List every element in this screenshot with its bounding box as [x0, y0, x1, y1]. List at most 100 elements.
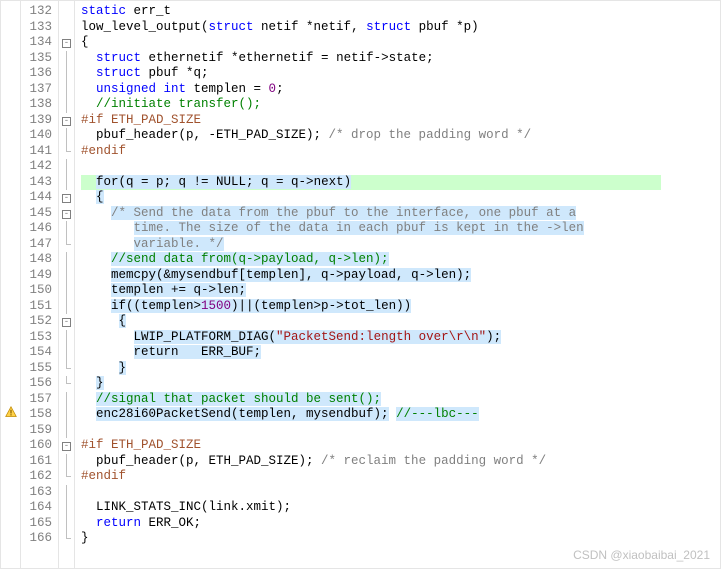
margin-row — [1, 311, 20, 327]
margin-row — [1, 32, 20, 48]
fold-cell — [59, 485, 74, 501]
line-number: 156 — [21, 376, 52, 392]
margin-row — [1, 296, 20, 312]
fold-cell[interactable]: - — [59, 113, 74, 129]
margin-row — [1, 203, 20, 219]
code-line[interactable] — [81, 423, 720, 439]
code-line[interactable]: for(q = p; q != NULL; q = q->next) — [81, 175, 720, 191]
fold-toggle-icon[interactable]: - — [62, 442, 71, 451]
line-number: 154 — [21, 345, 52, 361]
line-number: 155 — [21, 361, 52, 377]
fold-cell[interactable]: - — [59, 438, 74, 454]
code-line[interactable]: //send data from(q->payload, q->len); — [81, 252, 720, 268]
margin-row — [1, 1, 20, 17]
fold-cell — [59, 51, 74, 67]
line-number: 149 — [21, 268, 52, 284]
code-line[interactable]: { — [81, 35, 720, 51]
fold-toggle-icon[interactable]: - — [62, 210, 71, 219]
code-line[interactable]: //signal that packet should be sent(); — [81, 392, 720, 408]
fold-cell — [59, 531, 74, 547]
code-line[interactable]: pbuf_header(p, -ETH_PAD_SIZE); /* drop t… — [81, 128, 720, 144]
code-line[interactable]: memcpy(&mysendbuf[templen], q->payload, … — [81, 268, 720, 284]
fold-cell[interactable]: - — [59, 206, 74, 222]
code-area[interactable]: static err_tlow_level_output(struct neti… — [75, 1, 720, 568]
fold-cell — [59, 469, 74, 485]
code-line[interactable]: return ERR_BUF; — [81, 345, 720, 361]
margin-row — [1, 17, 20, 33]
code-line[interactable]: #endif — [81, 144, 720, 160]
fold-cell — [59, 128, 74, 144]
fold-cell — [59, 516, 74, 532]
fold-cell — [59, 4, 74, 20]
line-number: 157 — [21, 392, 52, 408]
line-number: 137 — [21, 82, 52, 98]
line-number: 150 — [21, 283, 52, 299]
code-line[interactable]: } — [81, 361, 720, 377]
code-line[interactable]: #if ETH_PAD_SIZE — [81, 438, 720, 454]
code-line[interactable]: { — [81, 190, 720, 206]
fold-toggle-icon[interactable]: - — [62, 117, 71, 126]
code-line[interactable]: enc28i60PacketSend(templen, mysendbuf); … — [81, 407, 720, 423]
code-line[interactable]: unsigned int templen = 0; — [81, 82, 720, 98]
code-line[interactable]: //initiate transfer(); — [81, 97, 720, 113]
margin-row — [1, 466, 20, 482]
line-number: 158 — [21, 407, 52, 423]
line-number: 133 — [21, 20, 52, 36]
fold-gutter[interactable]: - - - - - - — [59, 1, 75, 568]
fold-cell — [59, 330, 74, 346]
line-number: 160 — [21, 438, 52, 454]
margin-row — [1, 280, 20, 296]
code-line[interactable]: time. The size of the data in each pbuf … — [81, 221, 720, 237]
code-line[interactable]: pbuf_header(p, ETH_PAD_SIZE); /* reclaim… — [81, 454, 720, 470]
fold-cell — [59, 345, 74, 361]
code-line[interactable]: LWIP_PLATFORM_DIAG("PacketSend:length ov… — [81, 330, 720, 346]
fold-cell — [59, 82, 74, 98]
margin-row — [1, 327, 20, 343]
line-number: 151 — [21, 299, 52, 315]
line-number: 164 — [21, 500, 52, 516]
fold-toggle-icon[interactable]: - — [62, 318, 71, 327]
fold-cell[interactable]: - — [59, 190, 74, 206]
margin-row — [1, 218, 20, 234]
code-line[interactable]: /* Send the data from the pbuf to the in… — [81, 206, 720, 222]
fold-cell — [59, 144, 74, 160]
code-line[interactable]: #endif — [81, 469, 720, 485]
fold-toggle-icon[interactable]: - — [62, 194, 71, 203]
code-line[interactable]: } — [81, 376, 720, 392]
code-line[interactable]: if((templen>1500)||(templen>p->tot_len)) — [81, 299, 720, 315]
fold-toggle-icon[interactable]: - — [62, 39, 71, 48]
margin-row — [1, 420, 20, 436]
code-line[interactable]: static err_t — [81, 4, 720, 20]
line-number: 135 — [21, 51, 52, 67]
code-line[interactable]: struct ethernetif *ethernetif = netif->s… — [81, 51, 720, 67]
fold-cell — [59, 407, 74, 423]
code-line[interactable] — [81, 485, 720, 501]
fold-cell[interactable]: - — [59, 35, 74, 51]
margin-row — [1, 187, 20, 203]
margin-row — [1, 79, 20, 95]
margin-row — [1, 48, 20, 64]
margin-row — [1, 358, 20, 374]
line-number: 134 — [21, 35, 52, 51]
code-line[interactable]: return ERR_OK; — [81, 516, 720, 532]
margin-row — [1, 482, 20, 498]
code-line[interactable]: low_level_output(struct netif *netif, st… — [81, 20, 720, 36]
fold-cell[interactable]: - — [59, 314, 74, 330]
margin-row — [1, 513, 20, 529]
code-line[interactable]: variable. */ — [81, 237, 720, 253]
fold-cell — [59, 299, 74, 315]
code-line[interactable]: #if ETH_PAD_SIZE — [81, 113, 720, 129]
margin-row — [1, 528, 20, 544]
code-line[interactable]: struct pbuf *q; — [81, 66, 720, 82]
code-line[interactable]: } — [81, 531, 720, 547]
line-number: 142 — [21, 159, 52, 175]
line-number-gutter: 1321331341351361371381391401411421431441… — [21, 1, 59, 568]
fold-cell — [59, 237, 74, 253]
code-line[interactable] — [81, 159, 720, 175]
line-number: 141 — [21, 144, 52, 160]
code-line[interactable]: LINK_STATS_INC(link.xmit); — [81, 500, 720, 516]
code-line[interactable]: { — [81, 314, 720, 330]
code-line[interactable]: templen += q->len; — [81, 283, 720, 299]
margin-row — [1, 234, 20, 250]
margin-row — [1, 451, 20, 467]
